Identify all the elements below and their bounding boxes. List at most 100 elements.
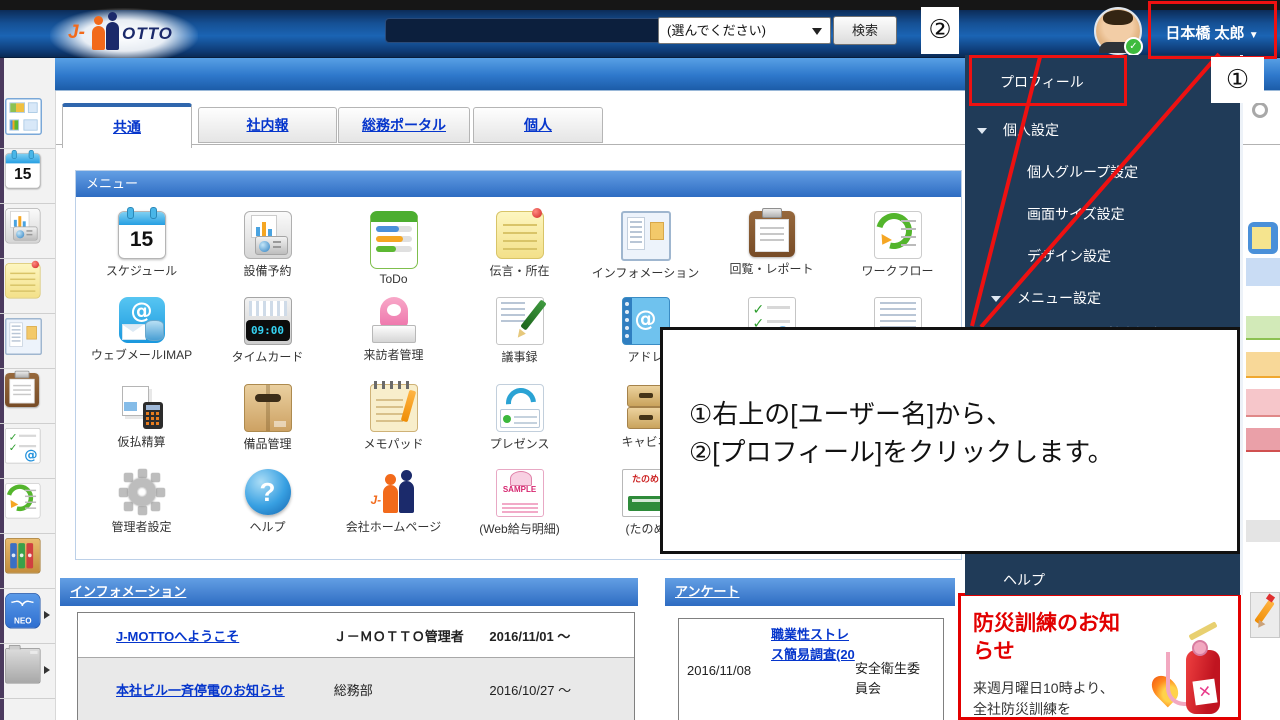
user-name: 日本橋 太郎 (1165, 25, 1244, 42)
tab-社内報[interactable]: 社内報 (198, 107, 337, 143)
menu-item-設備予約[interactable]: 設備予約 (204, 211, 331, 291)
dropdown-item-メニュー設定[interactable]: メニュー設定 (965, 283, 1280, 313)
folder-icon (5, 648, 41, 684)
sidebar: 15 ✓✓@ NEO (0, 57, 56, 720)
menu-item-備品管理[interactable]: 備品管理 (204, 384, 331, 464)
avatar[interactable]: ✓ (1094, 7, 1142, 55)
notice-body: 来週月曜日10時より、全社防災訓練を (973, 678, 1123, 720)
projector-icon (5, 208, 41, 244)
survey-table: 2016/11/08職業性ストレス簡易調査(20安全衛生委員会 (678, 618, 944, 720)
collapse-arrow-icon[interactable] (991, 296, 1001, 307)
information-table: J-MOTTOへようこそＪ－ＭＯＴＴＯ管理者2016/11/01 ～本社ビル一斉… (77, 612, 635, 720)
dropdown-item-デザイン設定[interactable]: デザイン設定 (965, 241, 1280, 271)
sidebar-item-note[interactable] (0, 258, 55, 314)
workflow-icon (874, 211, 922, 259)
sidebar-item-projector[interactable] (0, 203, 55, 259)
logo-text-j: J- (68, 22, 85, 44)
visitor-icon (371, 297, 417, 343)
jmotto-logo[interactable]: J- OTTO (50, 8, 198, 58)
expand-arrow-icon[interactable] (44, 611, 54, 619)
menu-item-label: ワークフロー (834, 262, 961, 279)
menu-item-label: メモパッド (330, 435, 457, 452)
information-panel-title[interactable]: インフォメーション (70, 584, 186, 599)
search-button[interactable]: 検索 (833, 16, 897, 45)
menu-item-スケジュール[interactable]: 15 スケジュール (78, 211, 205, 291)
menu-item-議事録[interactable]: 議事録 (456, 297, 583, 377)
tab-総務ポータル[interactable]: 総務ポータル (338, 107, 470, 143)
menu-item-伝言・所在[interactable]: 伝言・所在 (456, 211, 583, 291)
sidebar-item-binders[interactable] (0, 533, 55, 589)
expand-arrow-icon[interactable] (44, 666, 54, 674)
information-link[interactable]: J-MOTTOへようこそ (116, 629, 239, 644)
menu-item-label: ToDo (330, 272, 457, 286)
payslip-icon: SAMPLE (496, 469, 544, 517)
information-date: 2016/11/01 ～ (489, 626, 634, 645)
gear-icon (119, 469, 165, 515)
menu-item-回覧・レポート[interactable]: 回覧・レポート (708, 211, 835, 291)
calendar-icon: 15 (5, 153, 41, 189)
sidebar-item-neo[interactable]: NEO (0, 588, 55, 644)
dropdown-item-個人設定[interactable]: 個人設定 (965, 115, 1278, 145)
menu-item-label: タイムカード (204, 348, 331, 365)
survey-link[interactable]: 職業性ストレス簡易調査(20 (771, 627, 855, 662)
menu-item-label: 伝言・所在 (456, 262, 583, 279)
calendar-icon: 15 (118, 211, 166, 259)
menu-item-(Web給与明細)[interactable]: SAMPLE(Web給与明細) (456, 469, 583, 549)
sidebar-item-portal[interactable] (0, 93, 55, 149)
sidebar-item-board[interactable] (0, 313, 55, 369)
collapse-arrow-icon[interactable] (977, 128, 987, 139)
tab-個人[interactable]: 個人 (473, 107, 603, 143)
minutes-icon (496, 297, 544, 345)
sidebar-item-checkdoc[interactable]: ✓✓@ (0, 423, 55, 479)
menu-item-ToDo[interactable]: ToDo (330, 211, 457, 291)
sidebar-item-folder[interactable] (0, 643, 55, 699)
sidebar-item-clipboard[interactable] (0, 368, 55, 424)
company-icon: J- (371, 469, 417, 515)
clipped-widget-pink (1246, 389, 1280, 417)
binders-icon (5, 538, 41, 574)
menu-item-来訪者管理[interactable]: 来訪者管理 (330, 297, 457, 377)
sidebar-item-calendar[interactable]: 15 (0, 148, 55, 204)
dropdown-item-個人グループ設定[interactable]: 個人グループ設定 (965, 157, 1280, 187)
memo-icon (370, 384, 418, 432)
edit-pencil-icon[interactable] (1250, 592, 1280, 638)
user-menu-trigger[interactable]: 日本橋 太郎 ▼ (1152, 10, 1272, 57)
online-status-check-icon: ✓ (1124, 37, 1143, 56)
dropdown-item-画面サイズ設定[interactable]: 画面サイズ設定 (965, 199, 1280, 229)
avatar-hair (1103, 10, 1133, 25)
menu-item-ウェブメールIMAP[interactable]: @ウェブメールIMAP (78, 297, 205, 377)
note-line-2: ②[プロフィール]をクリックします。 (689, 434, 1114, 472)
menu-item-仮払精算[interactable]: 仮払精算 (78, 384, 205, 464)
logo-text-otto: OTTO (122, 24, 173, 44)
note-line-1: ①右上の[ユーザー名]から、 (689, 396, 1114, 434)
sidebar-item-workflow[interactable] (0, 478, 55, 534)
menu-item-メモパッド[interactable]: メモパッド (330, 384, 457, 464)
menu-item-タイムカード[interactable]: 09:00タイムカード (204, 297, 331, 377)
menu-item-label: スケジュール (78, 262, 205, 279)
tab-共通[interactable]: 共通 (62, 103, 192, 148)
menu-item-プレゼンス[interactable]: プレゼンス (456, 384, 583, 464)
menu-item-label: 設備予約 (204, 262, 331, 279)
neo-icon: NEO (5, 593, 41, 629)
clipboard-icon (749, 211, 795, 257)
menu-item-ワークフロー[interactable]: ワークフロー (834, 211, 961, 291)
boxpack-icon (244, 384, 292, 432)
menu-item-インフォメーション[interactable]: インフォメーション (582, 211, 709, 291)
menu-item-管理者設定[interactable]: 管理者設定 (78, 469, 205, 549)
annotation-note-box: ①右上の[ユーザー名]から、 ②[プロフィール]をクリックします。 (660, 327, 1240, 554)
jmotto-portal-app: J- OTTO (選んでください) 検索 ✓ 日本橋 太郎 ▼ 15 ✓✓@ NEO… (0, 0, 1280, 720)
board-icon (621, 211, 671, 261)
search-category-select[interactable]: (選んでください) (658, 17, 831, 44)
survey-panel-title[interactable]: アンケート (675, 584, 739, 599)
information-link[interactable]: 本社ビル一斉停電のお知らせ (116, 683, 285, 698)
search-input[interactable] (385, 18, 663, 43)
menu-item-ヘルプ[interactable]: ?ヘルプ (204, 469, 331, 549)
logo-navy-figure (106, 22, 119, 50)
survey-date: 2016/11/08 (679, 619, 771, 720)
portal-icon (5, 98, 42, 135)
menu-item-label: 回覧・レポート (708, 260, 835, 277)
menu-item-会社ホームページ[interactable]: J-会社ホームページ (330, 469, 457, 549)
notice-title: 防災訓練のお知らせ (973, 610, 1133, 667)
annotation-step1-marker: ① (1211, 57, 1264, 103)
dropdown-item-ヘルプ[interactable]: ヘルプ (965, 565, 1278, 595)
